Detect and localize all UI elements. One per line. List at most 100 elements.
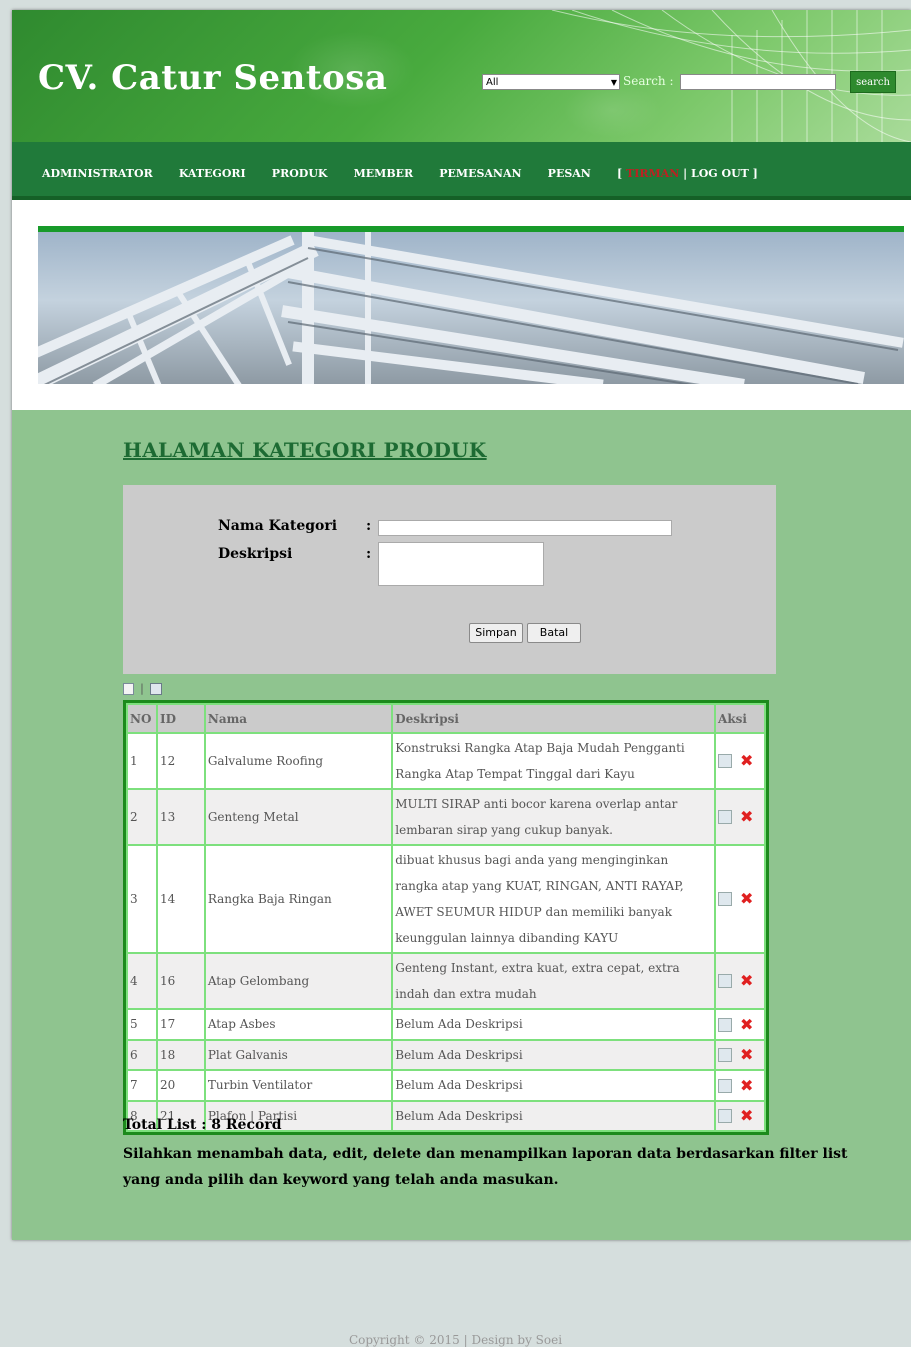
banner-area	[12, 200, 911, 410]
chevron-down-icon: ▼	[610, 78, 617, 87]
cell-no: 6	[126, 1038, 158, 1071]
delete-icon[interactable]: ✖	[740, 1012, 753, 1038]
deskripsi-textarea[interactable]	[378, 542, 544, 586]
cell-nama: Rangka Baja Ringan	[203, 844, 394, 954]
cell-aksi: ✖	[714, 788, 766, 846]
table-body: 1 12 Galvalume Roofing Konstruksi Rangka At…	[126, 732, 766, 1132]
cell-id: 13	[155, 788, 206, 846]
colon: :	[366, 546, 372, 562]
search-category-select[interactable]: All ▼	[482, 74, 620, 90]
column-header-no: NO	[126, 703, 158, 734]
cell-aksi: ✖	[714, 1069, 766, 1102]
nav-item-produk[interactable]: PRODUK	[272, 167, 328, 180]
steel-truss-illustration	[38, 232, 904, 384]
delete-icon[interactable]: ✖	[740, 1073, 753, 1099]
table-row: 4 16 Atap Gelombang Genteng Instant, extra …	[126, 952, 766, 1010]
cell-id: 17	[155, 1008, 206, 1041]
edit-icon[interactable]	[718, 1017, 733, 1032]
nav-item-member[interactable]: MEMBER	[354, 167, 414, 180]
cell-aksi: ✖	[714, 1008, 766, 1041]
cell-deskripsi: Belum Ada Deskripsi	[391, 1038, 717, 1071]
cell-no: 5	[126, 1008, 158, 1041]
cell-aksi: ✖	[714, 732, 766, 790]
colon: :	[366, 518, 372, 534]
table-row: 7 20 Turbin Ventilator Belum Ada Deskripsi ✖	[126, 1069, 766, 1102]
search-input[interactable]	[680, 74, 836, 90]
column-header-id: ID	[155, 703, 206, 734]
nama-kategori-input[interactable]	[378, 520, 672, 536]
search-label: Search :	[623, 74, 674, 88]
edit-icon[interactable]	[718, 754, 733, 769]
delete-icon[interactable]: ✖	[740, 804, 753, 830]
cell-no: 7	[126, 1069, 158, 1102]
cell-nama: Atap Asbes	[203, 1008, 394, 1041]
column-header-deskripsi: Deskripsi	[391, 703, 717, 734]
table-row: 3 14 Rangka Baja Ringan dibuat khusus bagi …	[126, 844, 766, 954]
cell-deskripsi: dibuat khusus bagi anda yang menginginka…	[391, 844, 717, 954]
table-tools: |	[123, 678, 162, 695]
edit-icon[interactable]	[718, 1048, 733, 1062]
table-row: 1 12 Galvalume Roofing Konstruksi Rangka At…	[126, 732, 766, 790]
save-button[interactable]: Simpan	[469, 623, 523, 643]
nav-bracket: [	[616, 167, 623, 180]
nav-item-pesan[interactable]: PESAN	[548, 167, 591, 180]
print-icon[interactable]	[149, 682, 162, 695]
cell-deskripsi: MULTI SIRAP anti bocor karena overlap an…	[391, 788, 717, 846]
cell-no: 3	[126, 844, 158, 954]
nav-item-pemesanan[interactable]: PEMESANAN	[439, 167, 521, 180]
edit-icon[interactable]	[718, 892, 733, 907]
cell-id: 14	[155, 844, 206, 954]
cell-aksi: ✖	[714, 952, 766, 1010]
tools-separator: |	[140, 682, 144, 695]
cell-id: 18	[155, 1038, 206, 1071]
page-wrapper: CV. Catur Sentosa All ▼ Search : search …	[12, 10, 911, 1240]
column-header-aksi: Aksi	[714, 703, 766, 734]
export-icon[interactable]	[123, 682, 134, 695]
cell-no: 4	[126, 952, 158, 1010]
page-title: HALAMAN KATEGORI PRODUK	[123, 438, 487, 462]
header: CV. Catur Sentosa All ▼ Search : search	[12, 10, 911, 142]
main-nav: ADMINISTRATOR KATEGORI PRODUK MEMBER PEM…	[12, 142, 911, 200]
column-header-nama: Nama	[203, 703, 394, 734]
cell-deskripsi: Konstruksi Rangka Atap Baja Mudah Pengga…	[391, 732, 717, 790]
delete-icon[interactable]: ✖	[740, 748, 753, 774]
cell-deskripsi: Belum Ada Deskripsi	[391, 1099, 717, 1132]
cell-deskripsi: Genteng Instant, extra kuat, extra cepat…	[391, 952, 717, 1010]
cancel-button[interactable]: Batal	[527, 623, 581, 643]
search-select-value: All	[486, 77, 499, 88]
edit-icon[interactable]	[718, 1078, 733, 1093]
nav-item-kategori[interactable]: KATEGORI	[179, 167, 246, 180]
category-form: Nama Kategori : Deskripsi : Simpan Batal	[123, 485, 776, 674]
info-text: Silahkan menambah data, edit, delete dan…	[123, 1146, 848, 1188]
cell-aksi: ✖	[714, 1038, 766, 1071]
cell-aksi: ✖	[714, 1099, 766, 1132]
cell-nama: Genteng Metal	[203, 788, 394, 846]
search-button[interactable]: search	[850, 71, 896, 93]
total-record: Total List : 8 Record	[123, 1117, 282, 1133]
deskripsi-label: Deskripsi	[218, 546, 293, 562]
nav-logout[interactable]: | LOG OUT ]	[683, 167, 758, 180]
delete-icon[interactable]: ✖	[740, 1042, 753, 1068]
cell-id: 16	[155, 952, 206, 1010]
nama-kategori-label: Nama Kategori	[218, 518, 338, 534]
cell-no: 1	[126, 732, 158, 790]
nav-item-administrator[interactable]: ADMINISTRATOR	[42, 167, 153, 180]
table-row: 5 17 Atap Asbes Belum Ada Deskripsi ✖	[126, 1008, 766, 1041]
cell-deskripsi: Belum Ada Deskripsi	[391, 1008, 717, 1041]
cell-aksi: ✖	[714, 844, 766, 954]
banner-image	[38, 232, 904, 384]
delete-icon[interactable]: ✖	[740, 1103, 753, 1129]
delete-icon[interactable]: ✖	[740, 886, 753, 912]
footer-copyright: Copyright © 2015 | Design by Soei	[348, 1333, 563, 1347]
site-title: CV. Catur Sentosa	[38, 58, 388, 98]
delete-icon[interactable]: ✖	[740, 968, 753, 994]
edit-icon[interactable]	[718, 810, 733, 825]
edit-icon[interactable]	[718, 1109, 733, 1123]
edit-icon[interactable]	[718, 974, 733, 989]
cell-id: 12	[155, 732, 206, 790]
cell-id: 20	[155, 1069, 206, 1102]
cell-no: 2	[126, 788, 158, 846]
table-row: 6 18 Plat Galvanis Belum Ada Deskripsi ✖	[126, 1038, 766, 1071]
cell-nama: Plat Galvanis	[203, 1038, 394, 1071]
category-table: NO ID Nama Deskripsi Aksi 1 12 Galvalume R…	[123, 700, 769, 1135]
